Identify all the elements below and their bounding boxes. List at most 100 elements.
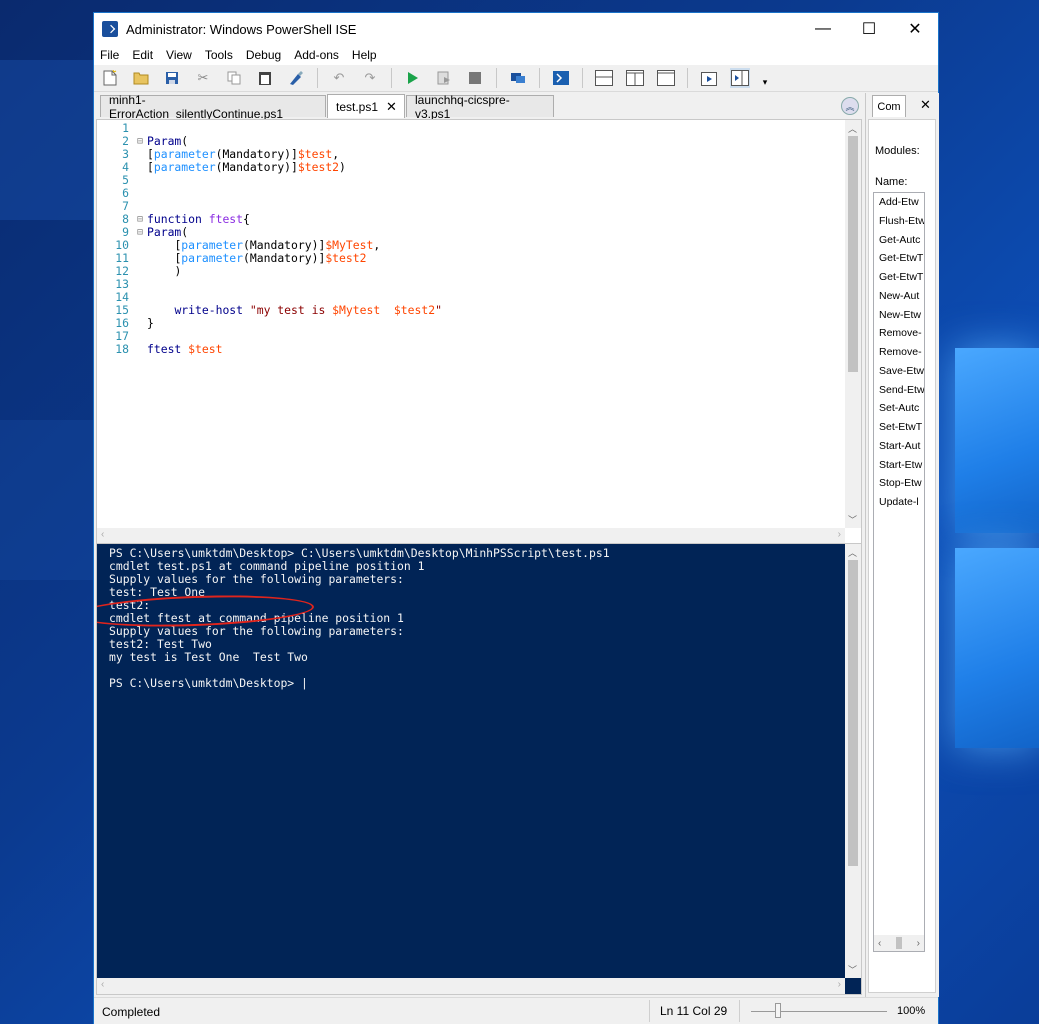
command-list-item[interactable]: Stop-Etw (874, 474, 924, 493)
editor-scroll-thumb[interactable] (848, 136, 858, 372)
zoom-slider-thumb[interactable] (775, 1003, 781, 1018)
command-list-item[interactable]: Update-l (874, 493, 924, 512)
close-commands-pane-icon[interactable]: ✕ (920, 97, 931, 113)
command-list-item[interactable]: New-Etw (874, 306, 924, 325)
stop-icon[interactable] (465, 68, 485, 88)
show-script-pane-icon[interactable] (699, 68, 719, 88)
clear-console-icon[interactable] (286, 68, 306, 88)
command-list-item[interactable]: Add-Etw (874, 193, 924, 212)
command-list-item[interactable]: Send-Etw (874, 381, 924, 400)
line-source: ) (174, 264, 182, 278)
cut-icon[interactable]: ✂ (193, 68, 213, 88)
command-list-item[interactable]: Get-EtwT (874, 249, 924, 268)
console-horizontal-scrollbar[interactable]: ‹ › (97, 978, 845, 994)
line-source: write-host "my test is $Mytest $test2" (174, 303, 442, 317)
zoom-slider-track[interactable] (751, 1011, 887, 1012)
new-icon[interactable] (100, 68, 120, 88)
status-text: Completed (102, 1005, 161, 1019)
copy-icon[interactable] (224, 68, 244, 88)
save-icon[interactable] (162, 68, 182, 88)
fold-toggle-icon[interactable]: ⊟ (135, 226, 145, 239)
fold-toggle-icon (135, 239, 145, 252)
menu-file[interactable]: File (100, 48, 119, 62)
command-list-item[interactable]: Set-EtwT (874, 418, 924, 437)
modules-label: Modules: (875, 145, 920, 157)
tab-label: launchhq-cicspre-v3.ps1 (415, 92, 510, 121)
line-source: ftest $test (147, 342, 223, 356)
code-line[interactable]: 5 (97, 174, 442, 187)
tab-commands[interactable]: Com (872, 95, 906, 117)
console-vertical-scrollbar[interactable]: ︿ ﹀ (845, 544, 861, 978)
undo-icon[interactable]: ↶ (329, 68, 349, 88)
command-list-item[interactable]: Get-Autc (874, 231, 924, 250)
line-number: 6 (122, 186, 129, 200)
run-script-icon[interactable] (403, 68, 423, 88)
tab-minh1-erroraction[interactable]: minh1-ErrorAction_silentlyContinue.ps1 (100, 93, 326, 121)
command-list-item[interactable]: Flush-Etw (874, 212, 924, 231)
minimize-button[interactable]: — (800, 13, 846, 45)
code-line[interactable]: 6 (97, 187, 442, 200)
console-scroll-thumb[interactable] (848, 560, 858, 866)
command-list-item[interactable]: New-Aut (874, 287, 924, 306)
redo-icon[interactable]: ↷ (360, 68, 380, 88)
open-icon[interactable] (131, 68, 151, 88)
script-editor[interactable]: 1 2 ⊟ Param(3 [parameter(Mandatory)]$test, 4[… (96, 119, 862, 547)
title-bar[interactable]: Administrator: Windows PowerShell ISE — … (94, 13, 938, 45)
menu-edit[interactable]: Edit (132, 48, 153, 62)
menu-view[interactable]: View (166, 48, 192, 62)
line-number: 3 (122, 147, 129, 161)
command-list-item[interactable]: Save-Etw (874, 362, 924, 381)
menu-tools[interactable]: Tools (205, 48, 233, 62)
fold-toggle-icon[interactable]: ⊟ (135, 213, 145, 226)
editor-vertical-scrollbar[interactable]: ︿ ﹀ (845, 120, 861, 528)
wallpaper-ray (0, 60, 100, 220)
layout-script-maximized-icon[interactable] (656, 68, 676, 88)
fold-toggle-icon (135, 330, 145, 343)
script-tabs: minh1-ErrorAction_silentlyContinue.ps1 t… (94, 93, 864, 121)
command-list-item[interactable]: Set-Autc (874, 399, 924, 418)
line-number: 5 (122, 173, 129, 187)
code-line[interactable]: 18 ftest $test (97, 343, 442, 356)
cursor-position: Ln 11 Col 29 (660, 1004, 728, 1018)
layout-script-top-icon[interactable] (594, 68, 614, 88)
collapse-script-pane-icon[interactable]: ︽ (841, 97, 859, 115)
powershell-icon[interactable] (551, 68, 571, 88)
zoom-level: 100% (897, 1005, 926, 1017)
paste-icon[interactable] (255, 68, 275, 88)
script-code: 1 2 ⊟ Param(3 [parameter(Mandatory)]$test, 4[… (97, 122, 442, 356)
close-tab-icon[interactable]: ✕ (386, 99, 397, 115)
command-list-item[interactable]: Get-EtwT (874, 268, 924, 287)
editor-horizontal-scrollbar[interactable]: ‹ › (97, 528, 845, 544)
code-line[interactable]: 13 (97, 278, 442, 291)
tab-launchhq[interactable]: launchhq-cicspre-v3.ps1 (406, 93, 554, 121)
command-list-item[interactable]: Start-Etw (874, 456, 924, 475)
remote-powershell-icon[interactable] (508, 68, 528, 88)
code-line[interactable]: 4 [parameter(Mandatory)]$test2) (97, 161, 442, 174)
tab-test-ps1[interactable]: test.ps1 ✕ (327, 94, 405, 118)
show-commands-icon[interactable] (730, 68, 750, 88)
line-number: 4 (122, 160, 129, 174)
close-button[interactable]: ✕ (892, 13, 938, 45)
line-source (145, 174, 147, 187)
menu-addons[interactable]: Add-ons (294, 48, 339, 62)
maximize-button[interactable]: ☐ (846, 13, 892, 45)
toolbar-overflow-icon[interactable]: ▾ (761, 68, 769, 88)
menu-help[interactable]: Help (352, 48, 377, 62)
console-pane[interactable]: PS C:\Users\umktdm\Desktop> C:\Users\umk… (96, 543, 862, 995)
code-line[interactable]: 12 ) (97, 265, 442, 278)
fold-toggle-icon[interactable]: ⊟ (135, 135, 145, 148)
run-selection-icon[interactable] (434, 68, 454, 88)
code-line[interactable]: 16} (97, 317, 442, 330)
line-source: [parameter(Mandatory)]$test2) (147, 160, 346, 174)
command-list-scrollbar[interactable]: ‹ › (874, 935, 924, 951)
command-list-item[interactable]: Remove- (874, 324, 924, 343)
fold-toggle-icon (135, 174, 145, 187)
toolbar: ✂ ↶ ↷ ▾ (94, 65, 938, 92)
command-list-item[interactable]: Remove- (874, 343, 924, 362)
command-list[interactable]: Add-Etw Flush-Etw Get-Autc Get-EtwT Get-EtwT… (873, 192, 925, 952)
layout-script-right-icon[interactable] (625, 68, 645, 88)
menu-debug[interactable]: Debug (246, 48, 281, 62)
command-list-item[interactable]: Start-Aut (874, 437, 924, 456)
fold-toggle-icon (135, 304, 145, 317)
fold-toggle-icon (135, 317, 145, 330)
